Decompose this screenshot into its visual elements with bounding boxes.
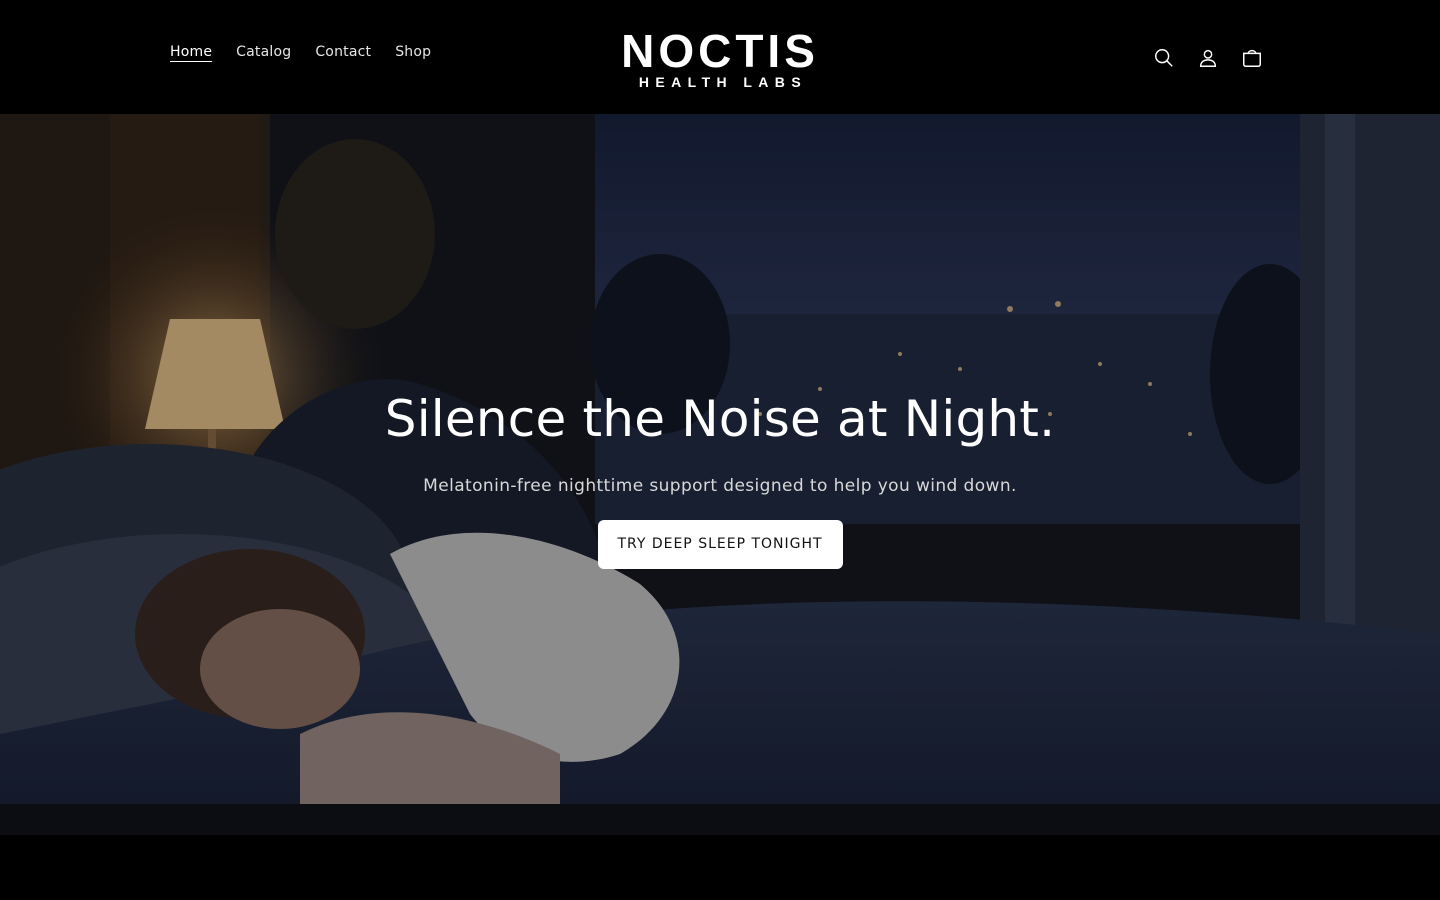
nav-catalog-link[interactable]: Catalog [224, 40, 303, 64]
main-nav: Home Catalog Contact Shop [158, 40, 443, 64]
hero-subtitle: Melatonin-free nighttime support designe… [423, 476, 1017, 496]
next-section-top [0, 835, 1440, 900]
header-icons [1142, 36, 1274, 80]
site-header: Home Catalog Contact Shop NOCTIS HEALTH … [0, 0, 1440, 114]
brand-logo[interactable]: NOCTIS HEALTH LABS [600, 28, 840, 90]
nav-contact-link[interactable]: Contact [303, 40, 383, 64]
account-icon [1199, 49, 1217, 67]
nav-shop-link[interactable]: Shop [383, 40, 443, 64]
logo-wordmark: NOCTIS [621, 25, 819, 77]
hero-content: Silence the Noise at Night. Melatonin-fr… [0, 384, 1440, 569]
nav-home-link[interactable]: Home [158, 40, 224, 64]
search-button[interactable] [1142, 36, 1186, 80]
account-button[interactable] [1186, 36, 1230, 80]
cart-icon [1243, 49, 1261, 67]
hero-banner: Silence the Noise at Night. Melatonin-fr… [0, 114, 1440, 835]
try-deep-sleep-button[interactable]: TRY DEEP SLEEP TONIGHT [597, 520, 843, 569]
hero-title: Silence the Noise at Night. [384, 390, 1056, 448]
search-icon [1155, 49, 1173, 67]
cart-button[interactable] [1230, 36, 1274, 80]
